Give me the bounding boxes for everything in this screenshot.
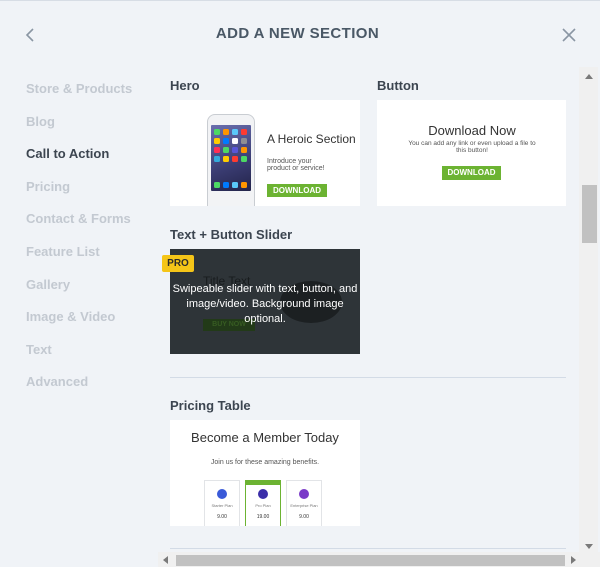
button-subtext: You can add any link or even upload a fi… [408, 140, 536, 154]
pricing-plan-card: Enterprise Plan 9.00 [286, 480, 322, 526]
phone-image [207, 114, 255, 206]
hero-section-card[interactable]: A Heroic Section Introduce your product … [170, 100, 360, 206]
button-section-card[interactable]: Download Now You can add any link or eve… [377, 100, 566, 206]
section-title-hero: Hero [170, 78, 200, 93]
vertical-scrollbar[interactable] [579, 67, 598, 552]
arrow-left-icon[interactable] [160, 554, 172, 566]
sidebar-item-store-products[interactable]: Store & Products [26, 79, 132, 112]
section-title-pricing: Pricing Table [170, 398, 251, 413]
sidebar-item-image-video[interactable]: Image & Video [26, 307, 132, 340]
plan-price: 19.00 [256, 514, 270, 520]
hero-heading: A Heroic Section [267, 132, 356, 146]
section-divider [170, 548, 566, 549]
arrow-right-icon[interactable] [567, 554, 579, 566]
page-title: ADD A NEW SECTION [215, 25, 380, 42]
sidebar-item-advanced[interactable]: Advanced [26, 372, 132, 405]
add-section-panel: ADD A NEW SECTION Store & Products Blog … [0, 0, 600, 567]
plan-name: Pro Plan [255, 503, 271, 508]
sidebar-item-blog[interactable]: Blog [26, 112, 132, 145]
section-divider [170, 377, 566, 378]
plan-figure-icon [217, 489, 227, 499]
pricing-plan-card: Starter Plan 9.00 [204, 480, 240, 526]
horizontal-scroll-thumb[interactable] [176, 555, 565, 566]
section-title-button: Button [377, 78, 419, 93]
plan-price: 9.00 [217, 514, 227, 520]
arrow-down-icon[interactable] [583, 540, 595, 552]
vertical-scroll-thumb[interactable] [582, 185, 597, 243]
sidebar-item-gallery[interactable]: Gallery [26, 275, 132, 308]
button-heading: Download Now [428, 123, 516, 138]
pricing-heading: Become a Member Today [191, 430, 339, 445]
plan-price: 9.00 [299, 514, 309, 520]
hero-subtext: Introduce your product or service! [267, 158, 325, 172]
pricing-section-card[interactable]: Become a Member Today Join us for these … [170, 420, 360, 526]
slider-section-card[interactable]: Title Text BUY NOW Swipeable slider with… [170, 249, 360, 354]
section-title-slider: Text + Button Slider [170, 227, 293, 242]
sidebar-item-pricing[interactable]: Pricing [26, 177, 132, 210]
pro-badge: PRO [162, 255, 194, 272]
panel-header: ADD A NEW SECTION [0, 1, 600, 67]
button-download-button: DOWNLOAD [442, 166, 501, 180]
hero-download-button: DOWNLOAD [267, 184, 327, 197]
arrow-up-icon[interactable] [583, 71, 595, 83]
category-sidebar: Store & Products Blog Call to Action Pri… [26, 79, 132, 405]
section-list: Hero A Heroic Section Introduce your pro… [170, 67, 566, 552]
plan-figure-icon [299, 489, 309, 499]
plan-figure-icon [258, 489, 268, 499]
slider-description: Swipeable slider with text, button, and … [172, 283, 358, 325]
sidebar-item-contact-forms[interactable]: Contact & Forms [26, 209, 132, 242]
close-icon [562, 28, 576, 42]
pricing-subtext: Join us for these amazing benefits. [210, 459, 320, 466]
pricing-plan-card-featured: Pro Plan 19.00 [245, 480, 281, 526]
sidebar-item-call-to-action[interactable]: Call to Action [26, 144, 132, 177]
sidebar-item-feature-list[interactable]: Feature List [26, 242, 132, 275]
plan-name: Starter Plan [211, 503, 233, 508]
plan-name: Enterprise Plan [290, 503, 318, 508]
sidebar-item-text[interactable]: Text [26, 340, 132, 373]
scrollbar-corner [579, 552, 600, 567]
close-button[interactable] [560, 26, 578, 44]
